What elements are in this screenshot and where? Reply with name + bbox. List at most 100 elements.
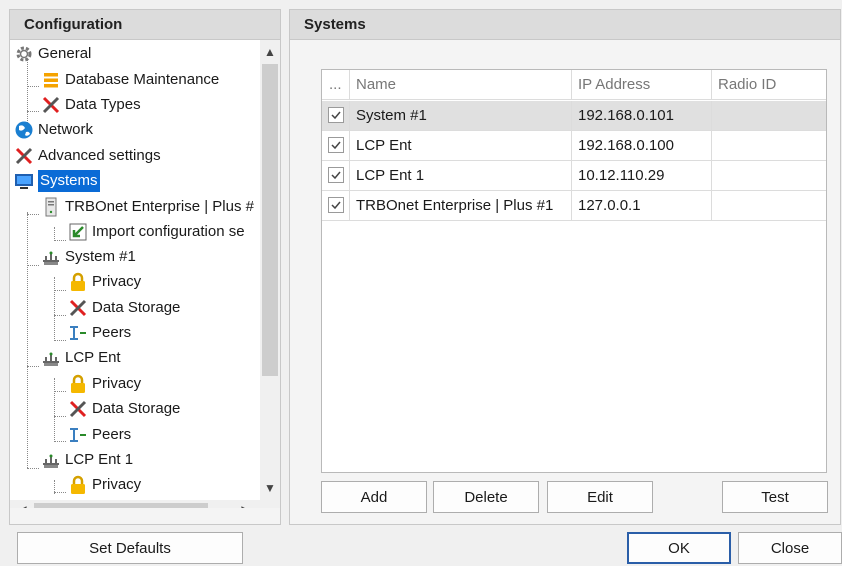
tree-horizontal-scrollbar[interactable]: ◀ ▶ [10,500,280,508]
network-icon [41,450,61,470]
peers-icon [68,425,88,445]
tree-item-import-configuration[interactable]: Import configuration se [68,221,245,243]
tree-item-label: Privacy [92,375,142,392]
tree-item-privacy[interactable]: Privacy [68,373,141,395]
vertical-scroll-thumb[interactable] [262,64,278,376]
tree-item-privacy[interactable]: Privacy [68,474,141,496]
ip-address-cell[interactable]: 10.12.110.29 [572,161,712,190]
peers-icon [68,323,88,343]
ok-button[interactable]: OK [627,532,731,564]
tree-item-label: General [38,45,92,62]
column-header-radio-id[interactable]: Radio ID [712,70,826,99]
lock-icon [68,272,88,292]
tree-item-label: Peers [92,324,132,341]
tree-item-label: Network [38,121,94,138]
tree-item-general[interactable]: General [14,43,91,65]
test-button[interactable]: Test [722,481,828,513]
scroll-down-arrow-icon[interactable]: ▼ [260,478,280,498]
tree-item-label: Systems [38,170,100,192]
column-header-ip-address[interactable]: IP Address [572,70,712,99]
tree-item-trbonet-enterprise[interactable]: TRBOnet Enterprise | Plus # [41,196,254,218]
import-icon [68,222,88,242]
network-icon [41,348,61,368]
scroll-left-arrow-icon[interactable]: ◀ [12,500,32,508]
tools-icon [41,95,61,115]
lock-icon [68,374,88,394]
tree-item-label: LCP Ent [65,349,121,366]
radio-id-cell[interactable] [712,101,826,130]
tree-item-systems[interactable]: Systems [14,170,100,192]
tree-item-network[interactable]: Network [14,119,93,141]
table-row[interactable]: TRBOnet Enterprise | Plus #1 127.0.0.1 [322,191,826,221]
horizontal-scroll-thumb[interactable] [34,503,208,508]
tree-item-label: Advanced settings [38,147,161,164]
radio-id-cell[interactable] [712,191,826,220]
checkmark-icon [331,141,341,150]
gear-icon [14,44,34,64]
tree-item-system-1[interactable]: System #1 [41,246,136,268]
monitor-icon [14,171,34,191]
checkmark-icon [331,111,341,120]
tree-item-lcp-ent-1[interactable]: LCP Ent 1 [41,449,133,471]
configuration-panel: Configuration General Database Maintenan… [9,9,281,525]
system-name-cell[interactable]: LCP Ent [350,131,572,160]
tree-item-label: Database Maintenance [65,71,220,88]
tree-item-label: LCP Ent 1 [65,451,134,468]
tree-item-advanced-settings[interactable]: Advanced settings [14,145,161,167]
tree-item-peers[interactable]: Peers [68,424,131,446]
tree-item-label: Peers [92,426,132,443]
row-checkbox-cell [322,191,350,220]
radio-id-cell[interactable] [712,131,826,160]
row-checkbox[interactable] [328,197,344,213]
tree-item-peers[interactable]: Peers [68,322,131,344]
tools-icon [14,146,34,166]
tree-item-label: Privacy [92,476,142,493]
tree-item-data-storage[interactable]: Data Storage [68,297,180,319]
column-header-selector[interactable]: ... [322,70,350,99]
system-name-cell[interactable]: System #1 [350,101,572,130]
row-checkbox[interactable] [328,107,344,123]
edit-button[interactable]: Edit [547,481,653,513]
delete-button[interactable]: Delete [433,481,539,513]
tree-item-label: System #1 [65,248,136,265]
column-header-name[interactable]: Name [350,70,572,99]
configuration-tree-container: General Database Maintenance Data Types [10,40,280,508]
scroll-up-arrow-icon[interactable]: ▲ [260,42,280,62]
systems-title: Systems [290,10,840,40]
row-checkbox[interactable] [328,137,344,153]
table-row[interactable]: System #1 192.168.0.101 [322,101,826,131]
server-icon [41,197,61,217]
system-name-cell[interactable]: TRBOnet Enterprise | Plus #1 [350,191,572,220]
tree-vertical-scrollbar[interactable]: ▲ ▼ [260,40,280,500]
configuration-tree: General Database Maintenance Data Types [10,40,260,500]
tree-item-privacy[interactable]: Privacy [68,271,141,293]
row-checkbox-cell [322,161,350,190]
checkmark-icon [331,201,341,210]
set-defaults-button[interactable]: Set Defaults [17,532,243,564]
tree-item-label: Data Types [65,96,141,113]
close-button[interactable]: Close [738,532,842,564]
tree-item-data-types[interactable]: Data Types [41,94,141,116]
scroll-right-arrow-icon[interactable]: ▶ [236,500,256,508]
tree-item-label: Import configuration se [92,223,245,240]
system-name-cell[interactable]: LCP Ent 1 [350,161,572,190]
ip-address-cell[interactable]: 127.0.0.1 [572,191,712,220]
tree-item-data-storage[interactable]: Data Storage [68,398,180,420]
radio-id-cell[interactable] [712,161,826,190]
ip-address-cell[interactable]: 192.168.0.101 [572,101,712,130]
tree-item-label: TRBOnet Enterprise | Plus # [65,198,254,215]
ip-address-cell[interactable]: 192.168.0.100 [572,131,712,160]
tree-item-label: Privacy [92,273,142,290]
row-checkbox[interactable] [328,167,344,183]
add-button[interactable]: Add [321,481,427,513]
tree-item-label: Data Storage [92,299,181,316]
checkmark-icon [331,171,341,180]
tree-item-label: Data Storage [92,400,181,417]
tree-item-lcp-ent[interactable]: LCP Ent [41,347,121,369]
table-row[interactable]: LCP Ent 192.168.0.100 [322,131,826,161]
tools-icon [68,399,88,419]
table-row[interactable]: LCP Ent 1 10.12.110.29 [322,161,826,191]
grid-header-row: ... Name IP Address Radio ID [322,70,826,100]
tree-item-database-maintenance[interactable]: Database Maintenance [41,69,219,91]
row-checkbox-cell [322,131,350,160]
